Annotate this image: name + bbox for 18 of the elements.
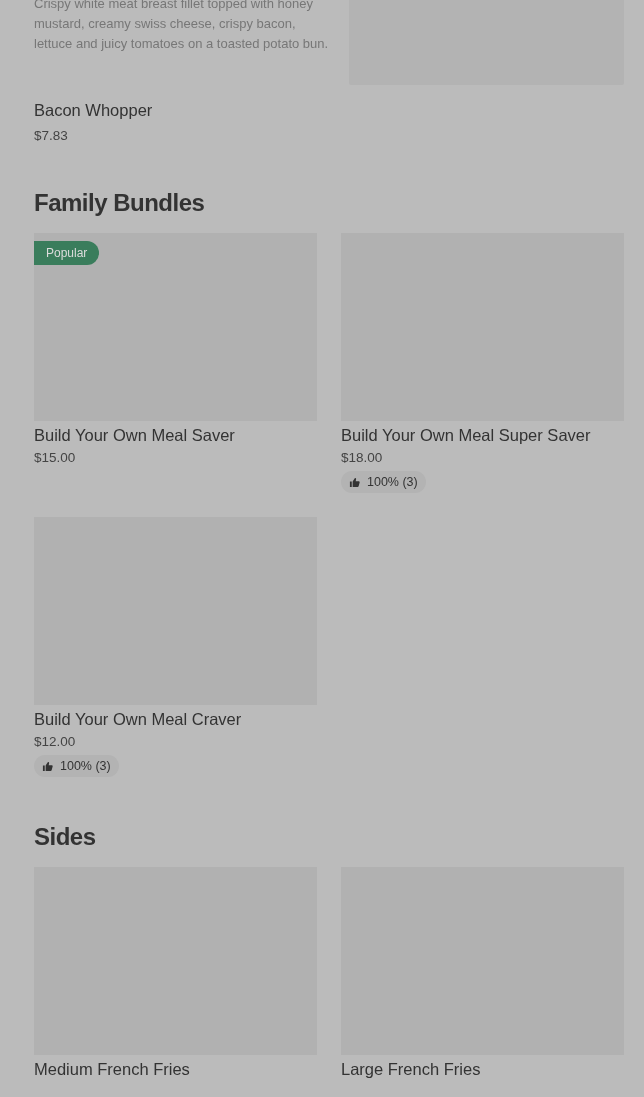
- section-heading: Sides: [34, 823, 97, 851]
- rating-text: 100% (3): [60, 759, 111, 773]
- item-price: $15.00: [34, 450, 76, 465]
- item-name[interactable]: Medium French Fries: [34, 1060, 190, 1079]
- item-name[interactable]: Build Your Own Meal Craver: [34, 710, 242, 729]
- item-price: $18.00: [341, 450, 383, 465]
- item-name[interactable]: Bacon Whopper: [34, 101, 624, 120]
- item-price: $12.00: [34, 734, 76, 749]
- rating-text: 100% (3): [367, 475, 418, 489]
- item-name[interactable]: Large French Fries: [341, 1060, 481, 1079]
- thumbs-up-icon: [42, 760, 53, 772]
- item-name[interactable]: Build Your Own Meal Super Saver: [341, 426, 591, 445]
- section-heading: Family Bundles: [34, 189, 206, 217]
- item-price: $7.83: [34, 128, 69, 143]
- item-name[interactable]: Build Your Own Meal Saver: [34, 426, 235, 445]
- thumbs-up-icon: [349, 476, 360, 488]
- popular-badge: Popular: [34, 241, 100, 265]
- image-placeholder[interactable]: Popular: [34, 233, 317, 421]
